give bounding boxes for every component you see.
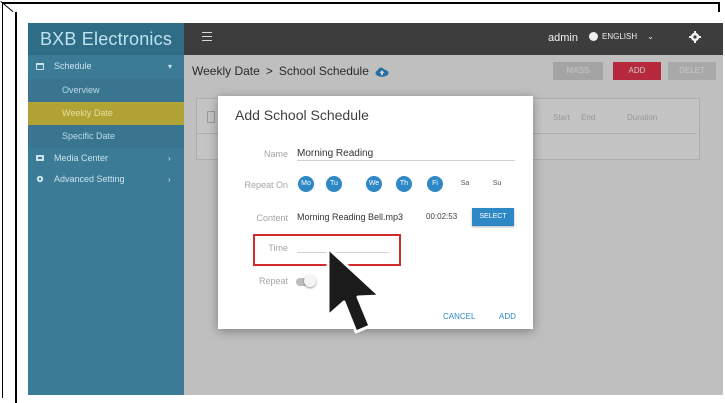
chevron-right-icon: ›: [168, 175, 171, 184]
menu-icon[interactable]: [202, 32, 212, 42]
sidebar-item-label: Advanced Setting: [54, 174, 125, 184]
repeat-toggle-knob[interactable]: [304, 275, 316, 287]
sidebar: BXB Electronics Schedule ▾ Overview Week…: [28, 23, 184, 395]
user-name[interactable]: admin: [548, 32, 578, 44]
cancel-button[interactable]: CANCEL: [443, 312, 475, 321]
language-label: ENGLISH: [602, 32, 638, 41]
sidebar-item-overview[interactable]: Overview: [28, 79, 184, 102]
settings-icon: [36, 175, 44, 183]
day-toggle-we[interactable]: We: [366, 176, 382, 192]
frame-border-right: [718, 2, 720, 12]
globe-icon: [589, 32, 598, 41]
sidebar-item-label: Weekly Date: [62, 108, 113, 118]
add-button[interactable]: ADD: [499, 312, 516, 321]
day-toggle-tu[interactable]: Tu: [326, 176, 342, 192]
chevron-down-icon: ⌄: [647, 32, 654, 41]
day-toggle-su[interactable]: Su: [489, 176, 505, 192]
sidebar-item-media-center[interactable]: Media Center ›: [28, 148, 184, 169]
sidebar-item-label: Specific Date: [62, 131, 116, 141]
sidebar-item-schedule[interactable]: Schedule ▾: [28, 56, 184, 77]
name-input[interactable]: Morning Reading: [297, 148, 373, 159]
day-toggle-mo[interactable]: Mo: [298, 176, 314, 192]
repeat-label: Repeat: [258, 276, 288, 286]
sidebar-item-weekly-date[interactable]: Weekly Date: [28, 102, 184, 125]
sidebar-item-label: Schedule: [54, 61, 92, 71]
media-icon: [36, 155, 44, 161]
day-toggle-fi[interactable]: Fi: [427, 176, 443, 192]
top-bar: admin ENGLISH ⌄: [184, 23, 723, 55]
calendar-icon: [36, 63, 44, 70]
mouse-cursor-icon: [326, 246, 382, 334]
repeat-on-label: Repeat On: [244, 180, 288, 190]
content-label: Content: [256, 213, 288, 223]
sidebar-item-label: Media Center: [54, 153, 109, 163]
sidebar-item-label: Overview: [62, 85, 100, 95]
name-input-underline: [297, 160, 515, 161]
sidebar-item-advanced-setting[interactable]: Advanced Setting ›: [28, 169, 184, 190]
language-selector[interactable]: ENGLISH ⌄: [589, 32, 654, 41]
select-content-button[interactable]: SELECT: [472, 208, 514, 226]
day-toggle-sa[interactable]: Sa: [457, 176, 473, 192]
chevron-down-icon: ▾: [168, 62, 173, 71]
brand-logo: BXB Electronics: [28, 23, 184, 55]
frame-border-corner: [0, 1, 14, 23]
gear-icon[interactable]: [689, 31, 701, 43]
dialog-title: Add School Schedule: [235, 107, 369, 123]
chevron-right-icon: ›: [168, 154, 171, 163]
content-file-name: Morning Reading Bell.mp3: [297, 212, 404, 222]
time-label: Time: [268, 243, 288, 253]
sidebar-item-specific-date[interactable]: Specific Date: [28, 125, 184, 148]
frame-border-left-outer: [2, 2, 3, 398]
content-duration: 00:02:53: [426, 212, 458, 221]
name-label: Name: [263, 149, 288, 159]
day-toggle-th[interactable]: Th: [396, 176, 412, 192]
frame-border-top: [2, 2, 720, 4]
frame-border-left-inner: [15, 12, 17, 403]
